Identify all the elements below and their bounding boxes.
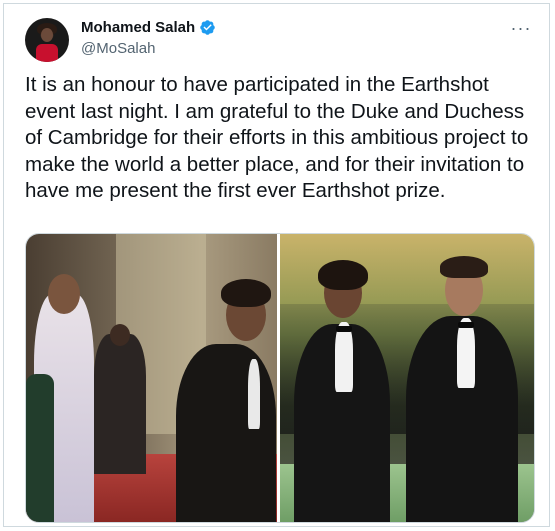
tweet-text: It is an honour to have participated in … [25, 73, 534, 202]
tweet-card: Mohamed Salah @MoSalah ··· It is an hono… [3, 3, 550, 527]
photo-earthshot-green-carpet[interactable] [280, 234, 534, 522]
author-name-row[interactable]: Mohamed Salah [81, 19, 216, 36]
more-options-icon[interactable]: ··· [511, 18, 531, 38]
author-handle[interactable]: @MoSalah [81, 40, 155, 57]
media-grid [25, 233, 535, 523]
verified-badge-icon [200, 20, 215, 35]
photo-earthshot-backstage[interactable] [26, 234, 277, 522]
avatar[interactable] [25, 18, 69, 62]
author-name[interactable]: Mohamed Salah [81, 19, 195, 36]
